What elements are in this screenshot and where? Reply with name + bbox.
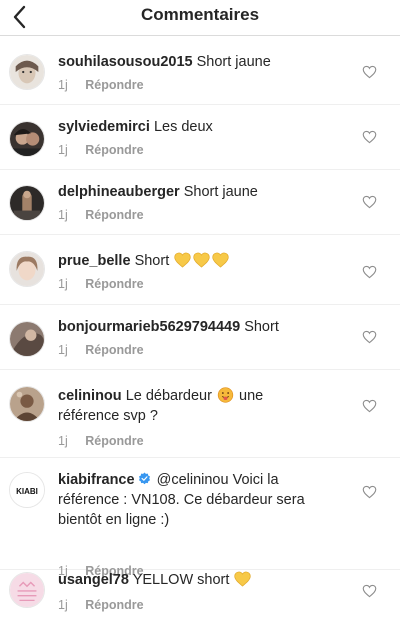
comment-body: delphineauberger Short jaune: [58, 182, 354, 202]
comment-body: bonjourmarieb5629794449 Short: [58, 317, 354, 337]
page-title: Commentaires: [140, 5, 260, 24]
comment-meta: 1j Répondre: [58, 143, 144, 157]
comment-username[interactable]: souhilasousou2015: [58, 54, 193, 70]
reply-button[interactable]: Répondre: [85, 343, 143, 357]
reply-button[interactable]: Répondre: [85, 78, 143, 92]
like-heart-icon[interactable]: [362, 485, 377, 499]
comment-time: 1j: [58, 277, 68, 291]
comment-time: 1j: [58, 343, 68, 357]
comment-text: YELLOW short: [132, 572, 230, 588]
avatar[interactable]: [9, 185, 45, 221]
comment-text: @celininou Voici la: [156, 472, 279, 488]
comment-time: 1j: [58, 78, 68, 92]
comment-meta: 1j Répondre: [58, 598, 144, 612]
comment-text: référence : VN108. Ce débardeur sera: [58, 492, 305, 508]
comment-body: kiabifrance @celininou Voici la référenc…: [58, 470, 354, 530]
avatar[interactable]: [9, 386, 45, 422]
comment-item: souhilasousou2015 Short jaune 1j Répondr…: [0, 37, 400, 105]
comment-meta: 1j Répondre: [58, 277, 144, 291]
comment-text: Short: [134, 253, 170, 269]
comment-text: Short jaune: [183, 184, 258, 200]
top-bar: Commentaires: [0, 0, 400, 36]
yellow-heart-icon: [174, 252, 191, 268]
comment-meta: 1j Répondre: [58, 78, 144, 92]
comment-body: sylviedemirci Les deux: [58, 117, 354, 137]
comment-text: Short jaune: [196, 54, 271, 70]
reply-button[interactable]: Répondre: [85, 143, 143, 157]
reply-button[interactable]: Répondre: [85, 598, 143, 612]
like-heart-icon[interactable]: [362, 65, 377, 79]
comment-time: 1j: [58, 143, 68, 157]
comment-body: prue_belle Short: [58, 251, 354, 271]
like-heart-icon[interactable]: [362, 195, 377, 209]
comment-text: Les deux: [153, 119, 213, 135]
comment-username[interactable]: usangel78: [58, 572, 129, 588]
avatar[interactable]: [9, 572, 45, 608]
comment-text: Short: [244, 319, 279, 335]
comment-body: souhilasousou2015 Short jaune: [58, 52, 354, 72]
comment-meta: 1j Répondre: [58, 434, 144, 448]
comment-body: usangel78 YELLOW short: [58, 570, 354, 590]
avatar-text: KIABI: [16, 487, 38, 496]
like-heart-icon[interactable]: [362, 584, 377, 598]
comment-item: bonjourmarieb5629794449 Short 1j Répondr…: [0, 305, 400, 370]
comment-username[interactable]: bonjourmarieb5629794449: [58, 319, 240, 335]
like-heart-icon[interactable]: [362, 330, 377, 344]
comment-username[interactable]: celininou: [58, 388, 122, 404]
reply-button[interactable]: Répondre: [85, 277, 143, 291]
comment-text: bientôt en ligne :): [58, 512, 170, 528]
verified-badge-icon: [138, 472, 150, 485]
comment-text: une: [239, 388, 264, 404]
comment-time: 1j: [58, 208, 68, 222]
avatar[interactable]: [9, 121, 45, 157]
comment-item: delphineauberger Short jaune 1j Répondre: [0, 170, 400, 235]
kiabi-logo-avatar[interactable]: KIABI: [9, 472, 45, 508]
comment-text: Le débardeur: [125, 388, 212, 404]
comment-item: KIABI kiabifrance @celininou Voici la ré…: [0, 458, 400, 578]
yellow-heart-icon: [212, 252, 229, 268]
like-heart-icon[interactable]: [362, 265, 377, 279]
comment-body: celininou Le débardeur une référence svp…: [58, 386, 354, 426]
comment-time: 1j: [58, 434, 68, 448]
avatar[interactable]: [9, 321, 45, 357]
comment-item: prue_belle Short 1j Répondre: [0, 235, 400, 305]
comment-meta: 1j Répondre: [58, 208, 144, 222]
yellow-heart-icon: [234, 571, 252, 587]
comment-time: 1j: [58, 598, 68, 612]
yellow-heart-icon: [193, 252, 210, 268]
comment-username[interactable]: prue_belle: [58, 253, 131, 269]
comment-item: celininou Le débardeur une référence svp…: [0, 370, 400, 458]
face-with-tongue-icon: [217, 387, 234, 403]
like-heart-icon[interactable]: [362, 399, 377, 413]
reply-button[interactable]: Répondre: [85, 434, 143, 448]
comment-text: référence svp ?: [58, 408, 158, 424]
like-heart-icon[interactable]: [362, 130, 377, 144]
avatar[interactable]: [9, 54, 45, 90]
reply-button[interactable]: Répondre: [85, 208, 143, 222]
comment-username[interactable]: kiabifrance: [58, 472, 135, 488]
comment-item: sylviedemirci Les deux 1j Répondre: [0, 105, 400, 170]
comment-item: usangel78 YELLOW short 1j Répondre: [0, 570, 400, 619]
avatar[interactable]: [9, 251, 45, 287]
comment-username[interactable]: delphineauberger: [58, 184, 180, 200]
comment-meta: 1j Répondre: [58, 343, 144, 357]
comment-username[interactable]: sylviedemirci: [58, 119, 150, 135]
